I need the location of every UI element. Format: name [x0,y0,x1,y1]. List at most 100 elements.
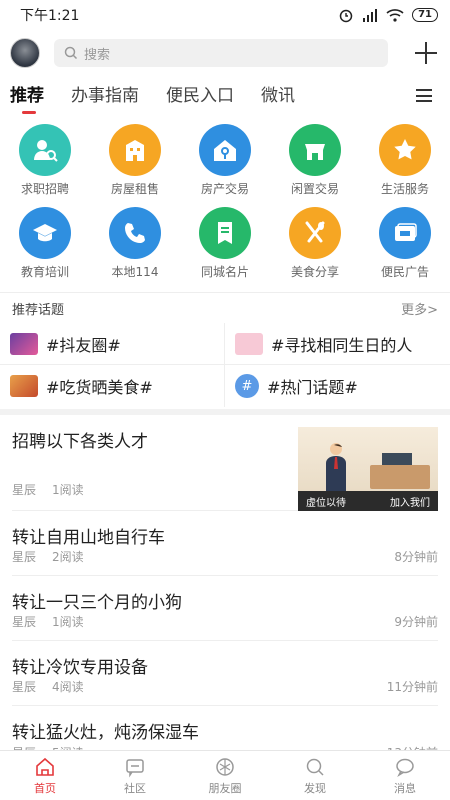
news-source: 星辰 [12,615,37,629]
wifi-icon [386,9,404,22]
banner-right-text: 加入我们 [390,497,430,509]
building-icon [109,124,161,176]
news-meta: 星辰 2阅读 8分钟前 [12,548,438,565]
news-item-featured[interactable]: 招聘以下各类人才 星辰 1阅读 虚位以待 加入我们 [12,415,438,511]
topic-item[interactable]: # #热门话题# [225,365,450,407]
message-icon [396,758,414,777]
star-badge-icon [379,124,431,176]
tabbar-label: 朋友圈 [208,781,242,795]
service-label: 生活服务 [380,182,429,196]
news-reads: 1阅读 [52,615,84,629]
banner-strip: 虚位以待 加入我们 [298,491,438,511]
news-meta: 星辰 4阅读 11分钟前 [12,678,438,695]
news-time: 8分钟前 [394,550,438,564]
news-time: 11分钟前 [386,680,438,694]
news-title: 转让自用山地自行车 [12,528,165,548]
news-title: 转让冷饮专用设备 [12,658,148,678]
news-source: 星辰 [12,680,37,694]
topics-header: 推荐话题 更多> [0,293,450,323]
topic-item[interactable]: #抖友圈# [0,323,225,365]
search-input[interactable]: 搜索 [54,39,388,67]
news-title: 转让一只三个月的小狗 [12,593,182,613]
tabbar-home[interactable]: 首页 [0,751,90,800]
service-local114[interactable]: 本地114 [90,207,180,280]
news-feed: 招聘以下各类人才 星辰 1阅读 虚位以待 加入我们 转让自用山地自行车 星辰 2阅读… [0,415,450,771]
menu-icon[interactable] [416,89,432,102]
search-icon [306,758,324,776]
graduation-cap-icon [19,207,71,259]
news-thumbnail: 虚位以待 加入我们 [298,427,438,511]
topic-item[interactable]: #寻找相同生日的人 [225,323,450,365]
news-item[interactable]: 转让冷饮专用设备 星辰 4阅读 11分钟前 [12,641,438,706]
news-reads: 1阅读 [52,483,84,497]
add-button[interactable] [412,39,440,67]
topic-label: #吃货晒美食# [46,378,153,397]
service-label: 同城名片 [200,265,249,279]
service-life[interactable]: 生活服务 [360,124,450,197]
service-job[interactable]: 求职招聘 [0,124,90,197]
service-label: 房产交易 [200,182,249,196]
service-label: 教育培训 [20,265,69,279]
shop-icon [289,124,341,176]
tabbar-label: 发现 [304,781,326,795]
status-icons: 71 [338,7,438,23]
news-item[interactable]: 转让一只三个月的小狗 星辰 1阅读 9分钟前 [12,576,438,641]
news-title: 转让猛火灶，炖汤保湿车 [12,723,199,743]
chat-bubble-icon [126,758,144,777]
status-bar: 下午1:21 71 [0,0,450,30]
service-rent[interactable]: 房屋租售 [90,124,180,197]
tabbar-label: 社区 [124,781,146,795]
card-icon [199,207,251,259]
service-food[interactable]: 美食分享 [270,207,360,280]
tabbar-discover[interactable]: 发现 [270,751,360,800]
service-card[interactable]: 同城名片 [180,207,270,280]
tabbar-community[interactable]: 社区 [90,751,180,800]
tab-convenience[interactable]: 便民入口 [166,76,234,116]
alarm-icon [339,9,353,23]
person-illustration [326,443,346,491]
service-label: 便民广告 [380,265,429,279]
bottom-tab-bar: 首页 社区 朋友圈 发现 消息 [0,750,450,800]
service-property[interactable]: 房产交易 [180,124,270,197]
service-secondhand[interactable]: 闲置交易 [270,124,360,197]
job-search-icon [19,124,71,176]
news-item[interactable]: 转让自用山地自行车 星辰 2阅读 8分钟前 [12,511,438,576]
tabbar-label: 消息 [394,781,416,795]
service-ads[interactable]: 便民广告 [360,207,450,280]
topic-thumbnail [10,332,38,355]
search-placeholder: 搜索 [84,47,111,63]
status-time: 下午1:21 [20,8,80,24]
phone-icon [109,207,161,259]
service-label: 本地114 [111,265,159,279]
topic-item[interactable]: #吃货晒美食# [0,365,225,407]
service-label: 求职招聘 [20,182,69,196]
top-bar: 搜索 [0,30,450,76]
house-key-icon [199,124,251,176]
news-meta: 星辰 1阅读 [12,481,148,498]
topic-thumbnail [10,375,38,397]
tabbar-moments[interactable]: 朋友圈 [180,751,270,800]
news-meta: 星辰 1阅读 9分钟前 [12,613,438,630]
service-education[interactable]: 教育培训 [0,207,90,280]
tabbar-label: 首页 [34,781,56,795]
tabbar-messages[interactable]: 消息 [360,751,450,800]
service-label: 房屋租售 [110,182,159,196]
fork-spoon-icon [289,207,341,259]
topics-more-link[interactable]: 更多> [401,299,438,318]
tab-recommend[interactable]: 推荐 [10,76,44,116]
topics-title: 推荐话题 [12,302,65,318]
service-label: 美食分享 [290,265,339,279]
hashtag-icon: # [235,374,259,398]
news-reads: 4阅读 [52,680,84,694]
avatar[interactable] [10,38,40,68]
banner-left-text: 虚位以待 [306,497,346,509]
tab-microinfo[interactable]: 微讯 [261,76,295,116]
aperture-icon [216,757,234,776]
service-label: 闲置交易 [290,182,339,196]
news-source: 星辰 [12,483,37,497]
news-source: 星辰 [12,550,37,564]
battery-indicator: 71 [412,8,438,22]
topic-label: #寻找相同生日的人 [271,335,413,355]
tab-guide[interactable]: 办事指南 [71,76,139,116]
service-grid: 求职招聘 房屋租售 房产交易 闲置交易 生活服务 教育培训 本地114 同城名片… [0,116,450,280]
